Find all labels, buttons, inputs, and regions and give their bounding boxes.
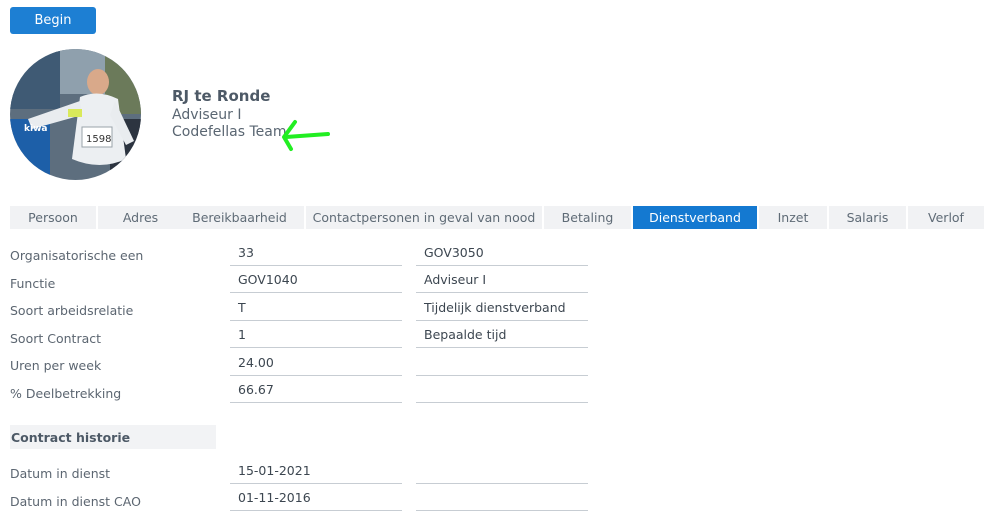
tab-betaling[interactable]: Betaling bbox=[544, 206, 631, 229]
avatar: 1598 kiwa bbox=[10, 49, 141, 180]
begin-button[interactable]: Begin bbox=[10, 7, 96, 34]
field-deelbetrekking-extra[interactable] bbox=[416, 382, 588, 403]
section-title: Contract historie bbox=[11, 429, 131, 445]
field-datum-in-dienst-cao[interactable]: 01-11-2016 bbox=[230, 490, 402, 511]
tab-persoon[interactable]: Persoon bbox=[10, 206, 96, 229]
tab-bar: Persoon Adres Bereikbaarheid Contactpers… bbox=[10, 206, 984, 229]
field-soort-arbeidsrelatie-code[interactable]: T bbox=[230, 300, 402, 321]
profile-role: Adviseur I bbox=[172, 107, 242, 123]
label-soort-contract: Soort Contract bbox=[10, 331, 102, 346]
field-soort-contract-code[interactable]: 1 bbox=[230, 327, 402, 348]
profile-photo: 1598 kiwa bbox=[10, 49, 141, 180]
section-contract-historie: Contract historie bbox=[10, 425, 216, 449]
field-organisatorische-eenheid-desc[interactable]: GOV3050 bbox=[416, 245, 588, 266]
label-functie: Functie bbox=[10, 276, 56, 291]
field-uren-per-week[interactable]: 24.00 bbox=[230, 355, 402, 376]
field-functie-code[interactable]: GOV1040 bbox=[230, 272, 402, 293]
tab-inzet[interactable]: Inzet bbox=[759, 206, 827, 229]
label-uren-per-week: Uren per week bbox=[10, 358, 102, 373]
label-soort-arbeidsrelatie: Soort arbeidsrelatie bbox=[10, 303, 134, 318]
label-organisatorische-eenheid: Organisatorische een bbox=[10, 248, 144, 263]
label-deelbetrekking: % Deelbetrekking bbox=[10, 386, 122, 401]
field-deelbetrekking[interactable]: 66.67 bbox=[230, 382, 402, 403]
field-datum-in-dienst[interactable]: 15-01-2021 bbox=[230, 463, 402, 484]
annotation-arrow-icon bbox=[282, 120, 330, 151]
race-bib-number: 1598 bbox=[86, 134, 111, 145]
field-soort-contract-desc[interactable]: Bepaalde tijd bbox=[416, 327, 588, 348]
label-datum-in-dienst-cao: Datum in dienst CAO bbox=[10, 494, 141, 509]
field-functie-desc[interactable]: Adviseur I bbox=[416, 272, 588, 293]
field-datum-in-dienst-extra[interactable] bbox=[416, 463, 588, 484]
tab-bereikbaarheid[interactable]: Bereikbaarheid bbox=[175, 206, 304, 229]
profile-name: RJ te Ronde bbox=[172, 87, 271, 105]
tab-adres[interactable]: Adres bbox=[98, 206, 183, 229]
tab-salaris[interactable]: Salaris bbox=[829, 206, 906, 229]
field-organisatorische-eenheid-code[interactable]: 33 bbox=[230, 245, 402, 266]
field-datum-in-dienst-cao-extra[interactable] bbox=[416, 490, 588, 511]
shirt-logo-text: kiwa bbox=[24, 124, 47, 134]
profile-team: Codefellas Team bbox=[172, 124, 287, 140]
field-soort-arbeidsrelatie-desc[interactable]: Tijdelijk dienstverband bbox=[416, 300, 588, 321]
tab-contactpersonen[interactable]: Contactpersonen in geval van nood bbox=[306, 206, 542, 229]
tab-dienstverband[interactable]: Dienstverband bbox=[633, 206, 757, 229]
label-datum-in-dienst: Datum in dienst bbox=[10, 466, 111, 481]
tab-verlof[interactable]: Verlof bbox=[908, 206, 984, 229]
field-uren-per-week-extra[interactable] bbox=[416, 355, 588, 376]
